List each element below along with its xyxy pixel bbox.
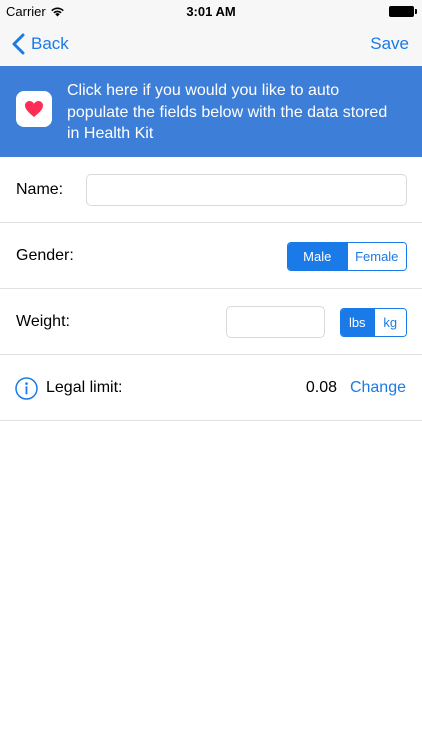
weight-field[interactable] [226, 306, 325, 338]
navigation-bar: Back Save [0, 22, 422, 66]
name-field[interactable] [86, 174, 407, 206]
legal-limit-label: Legal limit: [46, 379, 123, 396]
save-button[interactable]: Save [370, 22, 409, 66]
back-button[interactable]: Back [12, 22, 69, 66]
info-icon[interactable] [15, 377, 38, 400]
healthkit-banner[interactable]: Click here if you would you like to auto… [0, 66, 422, 157]
battery-icon [389, 6, 417, 17]
unit-option-kg[interactable]: kg [373, 309, 406, 336]
name-label: Name: [16, 181, 64, 198]
gender-label: Gender: [16, 247, 74, 264]
change-legal-limit-button[interactable]: Change [350, 355, 406, 421]
back-label: Back [31, 34, 69, 53]
legal-limit-row: Legal limit: 0.08 Change [0, 355, 422, 421]
weight-row: Weight: lbs kg [0, 289, 422, 355]
gender-row: Gender: Male Female [0, 223, 422, 289]
healthkit-message: Click here if you would you like to auto… [67, 82, 388, 142]
weight-label: Weight: [16, 313, 70, 330]
health-app-icon [16, 91, 52, 127]
legal-limit-value: 0.08 [305, 379, 337, 396]
status-bar: Carrier 3:01 AM [0, 0, 422, 22]
unit-option-lbs[interactable]: lbs [341, 309, 374, 336]
name-row: Name: [0, 157, 422, 223]
gender-option-male[interactable]: Male [288, 243, 347, 270]
weight-unit-segmented-control: lbs kg [340, 308, 407, 337]
gender-segmented-control: Male Female [287, 242, 407, 271]
heart-icon [25, 101, 43, 117]
gender-option-female[interactable]: Female [346, 243, 406, 270]
chevron-left-icon [12, 33, 25, 55]
status-time: 3:01 AM [186, 4, 236, 19]
